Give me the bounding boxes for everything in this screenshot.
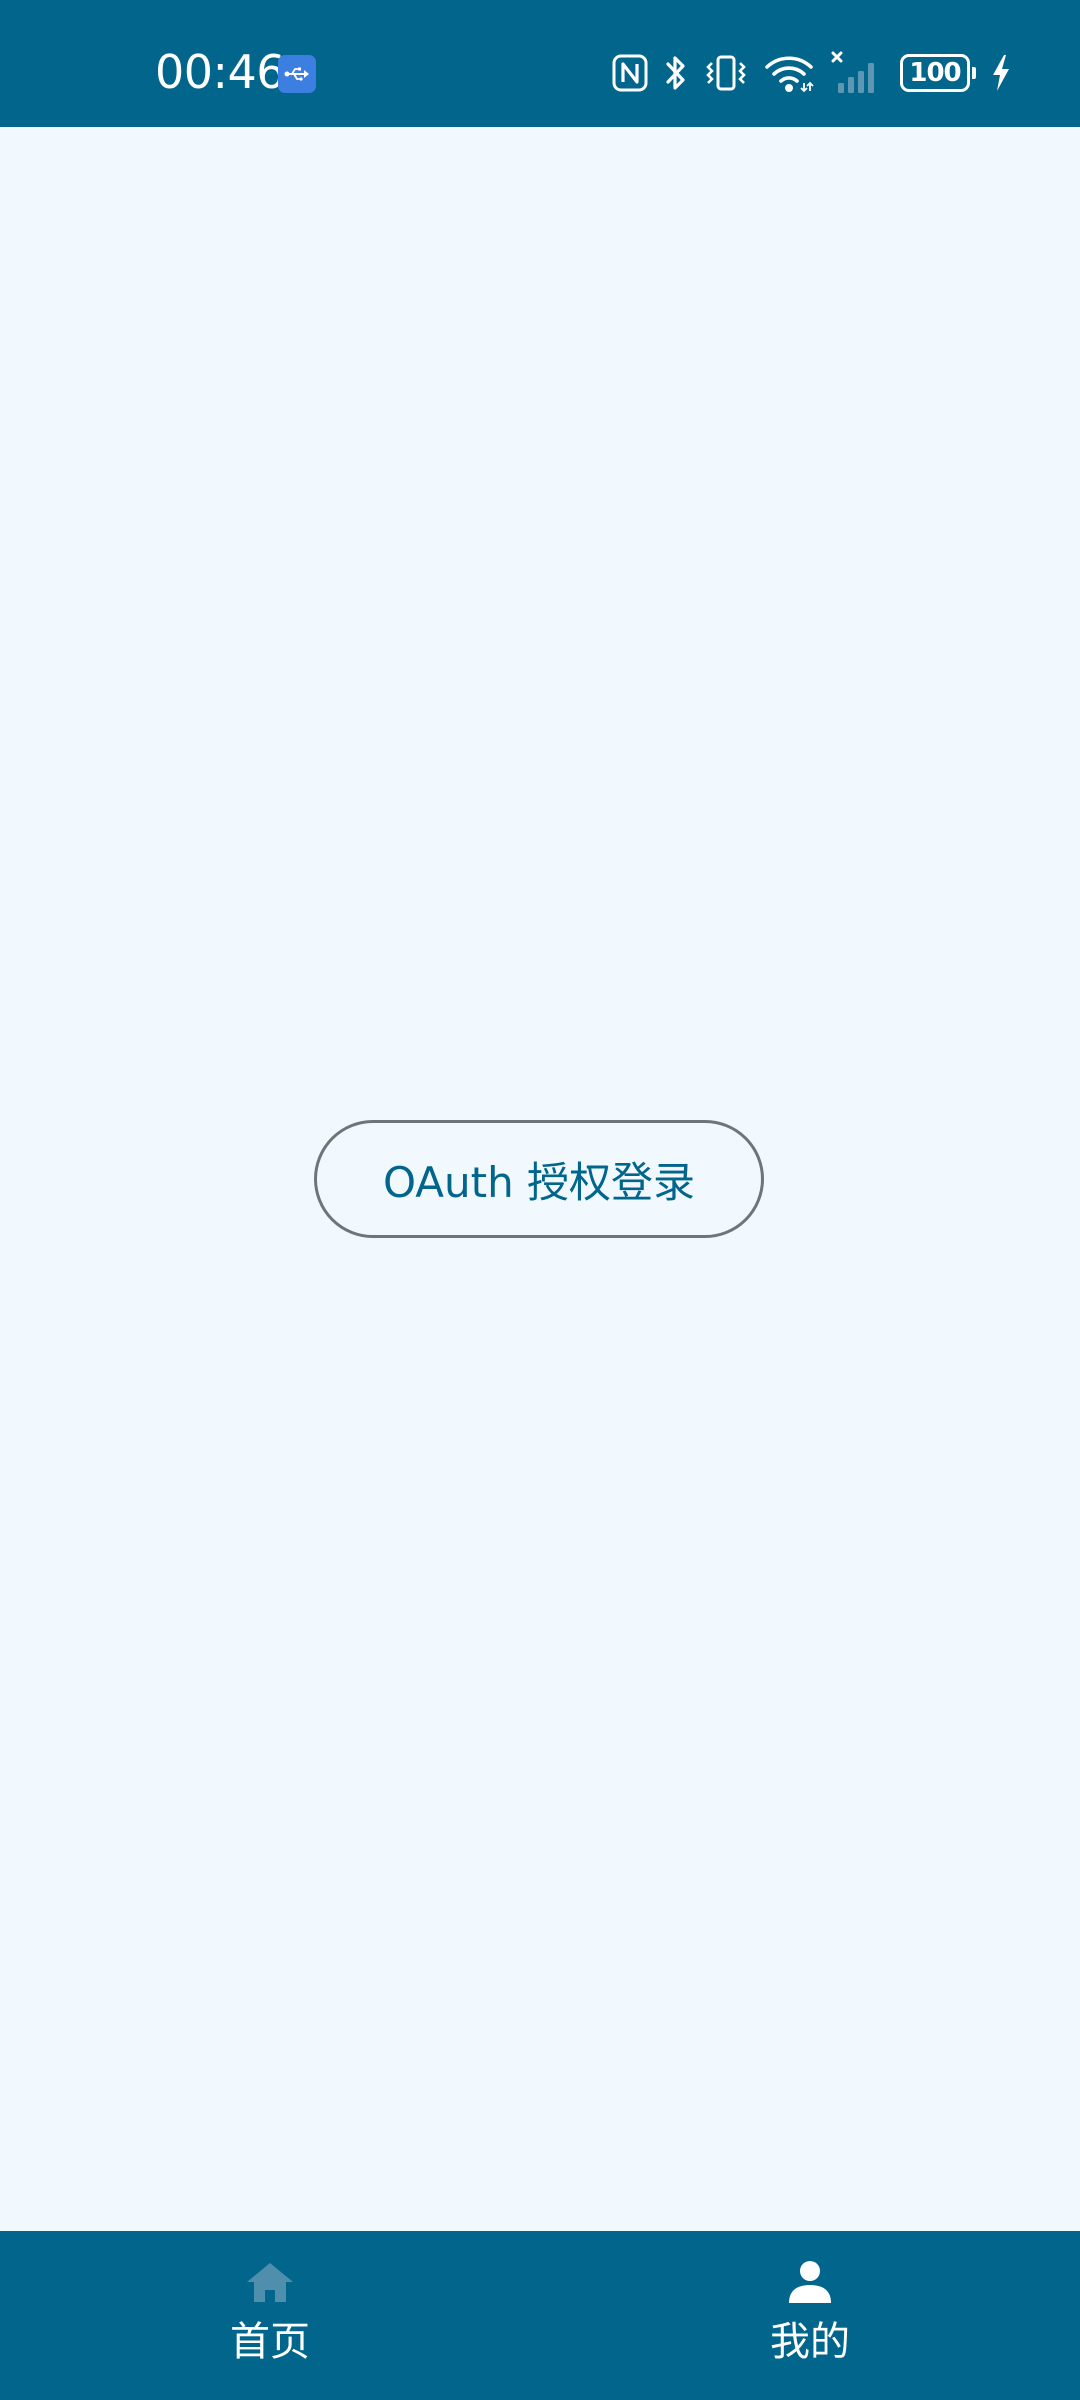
nav-item-mine[interactable]: 我的: [540, 2231, 1080, 2400]
person-icon: [787, 2257, 833, 2307]
nav-item-home[interactable]: 首页: [0, 2231, 540, 2400]
bottom-navigation: 首页 我的: [0, 2231, 1080, 2400]
main-content: OAuth 授权登录: [0, 127, 1080, 2231]
bluetooth-icon: [664, 53, 688, 93]
battery-icon: 100: [900, 54, 976, 92]
nav-label-home: 首页: [230, 2319, 310, 2365]
wifi-icon: [764, 53, 814, 93]
charging-icon: [990, 53, 1012, 93]
oauth-login-button[interactable]: OAuth 授权登录: [314, 1120, 764, 1238]
battery-level: 100: [900, 54, 976, 92]
status-time: 00:46: [155, 45, 286, 99]
vibrate-icon: [704, 53, 748, 93]
nav-label-mine: 我的: [770, 2319, 850, 2365]
status-bar: 00:46 100: [0, 0, 1080, 127]
usb-icon: [278, 55, 316, 93]
status-icons: 100: [596, 48, 1012, 98]
home-icon: [244, 2257, 296, 2307]
nfc-icon: [612, 54, 648, 92]
signal-no-service-icon: [830, 51, 884, 95]
